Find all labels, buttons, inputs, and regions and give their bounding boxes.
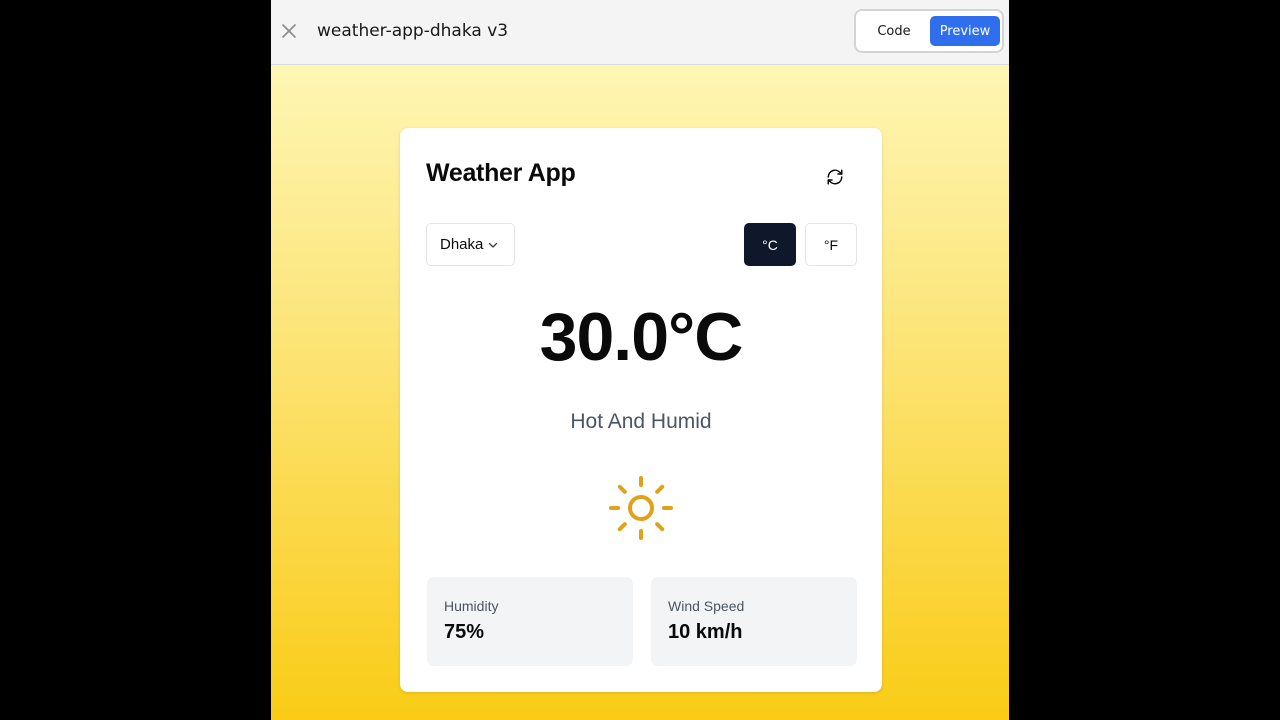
preview-tab[interactable]: Preview bbox=[930, 16, 1000, 46]
celsius-button[interactable]: °C bbox=[744, 223, 796, 266]
close-icon bbox=[282, 24, 296, 38]
humidity-card: Humidity 75% bbox=[427, 577, 633, 666]
temperature-value: 30.0°C bbox=[539, 299, 744, 375]
app-title: Weather App bbox=[426, 159, 576, 187]
wind-speed-value: 10 km/h bbox=[668, 621, 743, 643]
weather-condition: Hot And Humid bbox=[570, 410, 712, 433]
top-bar: weather-app-dhaka v3 Code Preview bbox=[271, 0, 1009, 65]
sun-icon bbox=[609, 476, 673, 540]
humidity-label: Humidity bbox=[444, 598, 499, 614]
preview-window: weather-app-dhaka v3 Code Preview Weathe… bbox=[271, 0, 1009, 720]
chevron-down-icon bbox=[487, 239, 499, 251]
city-select-value: Dhaka bbox=[440, 236, 484, 253]
refresh-button[interactable] bbox=[820, 162, 850, 192]
view-toggle: Code Preview bbox=[854, 9, 1004, 53]
fahrenheit-button[interactable]: °F bbox=[805, 223, 857, 266]
code-tab[interactable]: Code bbox=[862, 16, 926, 46]
humidity-value: 75% bbox=[444, 621, 485, 643]
city-select[interactable]: Dhaka bbox=[426, 223, 515, 266]
refresh-icon bbox=[827, 169, 843, 185]
preview-canvas: Weather App Dhaka °C °F 30.0°C Hot And H… bbox=[271, 65, 1009, 720]
project-title: weather-app-dhaka v3 bbox=[317, 21, 509, 41]
wind-speed-card: Wind Speed 10 km/h bbox=[651, 577, 857, 666]
wind-speed-label: Wind Speed bbox=[668, 598, 745, 614]
weather-card: Weather App Dhaka °C °F 30.0°C Hot And H… bbox=[400, 128, 882, 692]
close-button[interactable] bbox=[279, 20, 299, 42]
